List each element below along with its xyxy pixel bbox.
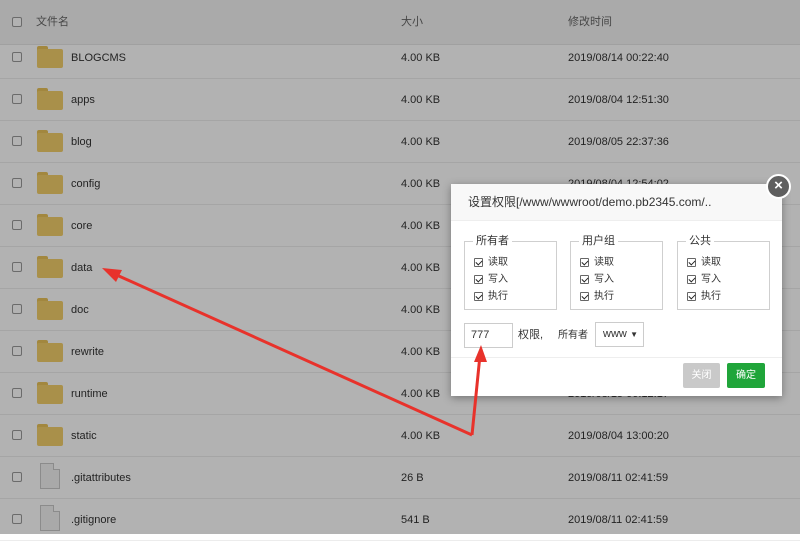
annotation-arrow-to-input [470, 354, 482, 436]
annotation-arrow-to-folder [109, 270, 473, 437]
arrowhead-icon [474, 345, 487, 362]
arrowhead-icon [102, 268, 122, 282]
annotation-arrows [102, 268, 487, 437]
